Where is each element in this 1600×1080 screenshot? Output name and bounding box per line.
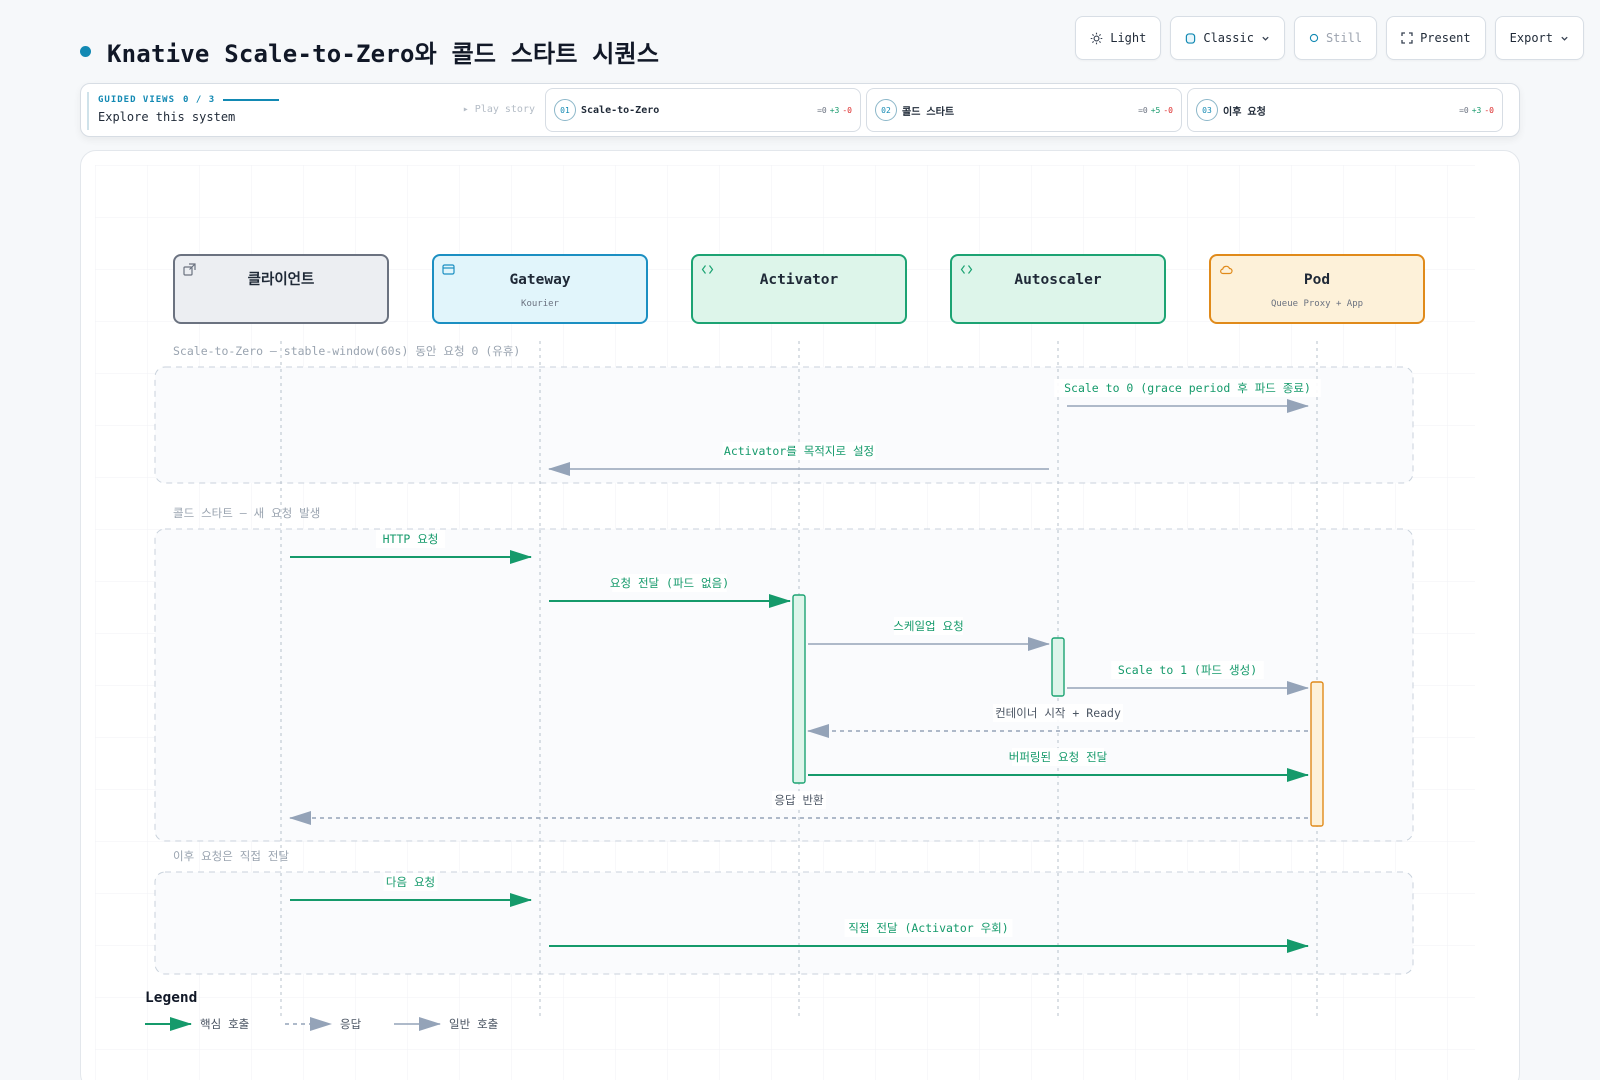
participant-gateway: Gateway Kourier — [432, 254, 648, 324]
group-label: 이후 요청은 직접 전달 — [173, 849, 289, 863]
participant-box — [173, 254, 389, 324]
view-stat-added: +3 — [829, 105, 840, 115]
view-diff-stats: =0 +3 -0 — [817, 106, 852, 115]
view-stat-unchanged: =0 — [817, 105, 827, 115]
group-label: Scale-to-Zero — stable-window(60s) 동안 요청… — [173, 344, 520, 358]
activation-bar-pod — [1310, 681, 1324, 827]
view-label: 콜드 스타트 — [902, 106, 955, 118]
view-number: 02 — [875, 99, 897, 121]
guided-views-title: GUIDED VIEWS — [98, 95, 176, 105]
participant-box — [950, 254, 1166, 324]
view-stat-removed: -0 — [1163, 105, 1173, 115]
still-label: Still — [1325, 31, 1363, 45]
participant-name: Autoscaler — [1014, 272, 1102, 288]
legend-label: 응답 — [340, 1017, 362, 1031]
page-title: Knative Scale-to-Zero와 콜드 스타트 시퀀스 — [107, 40, 660, 68]
view-stat-added: +3 — [1471, 105, 1482, 115]
participant-subtitle: Kourier — [521, 299, 560, 309]
message-label: Scale to 1 (파드 생성) — [1118, 663, 1257, 677]
group-label: 콜드 스타트 — 새 요청 발생 — [173, 506, 320, 520]
page-header: Knative Scale-to-Zero와 콜드 스타트 시퀀스 — [80, 34, 659, 69]
legend-label: 핵심 호출 — [200, 1017, 249, 1031]
guided-views-intro: GUIDED VIEWS 0 / 3 Explore this system ▸… — [87, 92, 553, 130]
view-label: Scale-to-Zero — [581, 104, 660, 116]
theme-light-button[interactable]: Light — [1075, 16, 1162, 60]
present-label: Present — [1420, 31, 1471, 45]
message-label: 직접 전달 (Activator 우회) — [848, 921, 1008, 935]
message-label: 요청 전달 (파드 없음) — [610, 576, 729, 590]
export-dropdown[interactable]: Export — [1494, 16, 1584, 60]
legend-label: 일반 호출 — [449, 1017, 498, 1031]
participant-subtitle: Queue Proxy + App — [1271, 299, 1363, 309]
participant-box — [691, 254, 907, 324]
style-classic-dropdown[interactable]: Classic — [1170, 16, 1285, 60]
style-swatch-icon — [1185, 32, 1196, 44]
view-diff-stats: =0 +5 -0 — [1138, 106, 1173, 115]
sequence-diagram: Scale-to-Zero — stable-window(60s) 동안 요청… — [95, 165, 1475, 1080]
view-stat-unchanged: =0 — [1138, 105, 1148, 115]
message-label: 버퍼링된 요청 전달 — [1009, 750, 1108, 764]
style-classic-label: Classic — [1203, 31, 1254, 45]
view-stat-removed: -0 — [1484, 105, 1494, 115]
message-label: 스케일업 요청 — [893, 619, 963, 633]
message-label: 컨테이너 시작 + Ready — [995, 706, 1121, 720]
view-stat-unchanged: =0 — [1459, 105, 1469, 115]
participant-pod: Pod Queue Proxy + App — [1209, 254, 1425, 324]
guided-view-card-2[interactable]: 02 콜드 스타트 =0 +5 -0 — [866, 88, 1182, 132]
diagram-canvas: Scale-to-Zero — stable-window(60s) 동안 요청… — [80, 150, 1520, 1080]
message-label: HTTP 요청 — [383, 532, 439, 546]
group-frame — [154, 871, 1414, 975]
participant-name: Gateway — [509, 272, 570, 288]
progress-bar — [223, 99, 280, 101]
view-number: 03 — [1196, 99, 1218, 121]
fullscreen-icon — [1401, 32, 1413, 44]
participant-box — [432, 254, 648, 324]
participant-box — [1209, 254, 1425, 324]
circle-icon — [1309, 33, 1319, 43]
view-number: 01 — [554, 99, 576, 121]
participant-activator: Activator — [691, 254, 907, 324]
legend-title: Legend — [145, 990, 197, 1006]
toolbar: Light Classic Still Present Export — [1075, 16, 1584, 60]
message-label: 다음 요청 — [386, 875, 435, 889]
participant-name: Pod — [1304, 272, 1330, 288]
participant-client: 클라이언트 — [173, 254, 389, 324]
guided-view-card-1[interactable]: 01 Scale-to-Zero =0 +3 -0 — [545, 88, 861, 132]
theme-light-label: Light — [1110, 31, 1147, 45]
play-story-button[interactable]: ▸ Play story — [463, 104, 535, 115]
activation-bar-activator — [792, 594, 806, 784]
guided-view-card-3[interactable]: 03 이후 요청 =0 +3 -0 — [1187, 88, 1503, 132]
sun-icon — [1090, 32, 1103, 45]
participant-name: Activator — [760, 272, 839, 288]
message-label: 응답 반환 — [774, 793, 824, 807]
participant-autoscaler: Autoscaler — [950, 254, 1166, 324]
participant-name: 클라이언트 — [248, 270, 315, 288]
export-label: Export — [1509, 31, 1553, 45]
title-dot — [80, 46, 91, 57]
message-label: Scale to 0 (grace period 후 파드 종료) — [1064, 381, 1311, 395]
chevron-down-icon — [1261, 34, 1270, 43]
chevron-down-icon — [1560, 34, 1569, 43]
view-diff-stats: =0 +3 -0 — [1459, 106, 1494, 115]
view-stat-removed: -0 — [842, 105, 852, 115]
still-toggle-button[interactable]: Still — [1293, 16, 1378, 60]
message-label: Activator를 목적지로 설정 — [724, 444, 874, 458]
view-label: 이후 요청 — [1223, 106, 1266, 118]
guided-views-progress: 0 / 3 — [183, 95, 216, 105]
present-button[interactable]: Present — [1386, 16, 1486, 60]
view-stat-added: +5 — [1150, 105, 1161, 115]
activation-bar-autoscaler — [1051, 637, 1065, 697]
guided-views-bar: GUIDED VIEWS 0 / 3 Explore this system ▸… — [80, 83, 1520, 137]
